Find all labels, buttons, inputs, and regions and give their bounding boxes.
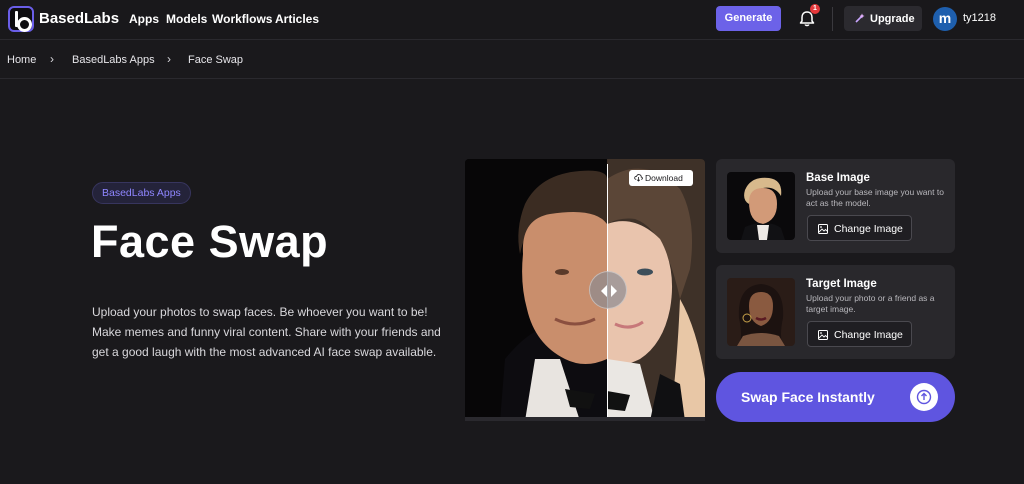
basedlabs-logo-icon[interactable] [8, 6, 34, 32]
breadcrumb: Home › BasedLabs Apps › Face Swap [0, 41, 1024, 79]
preview-bottom-bar [465, 417, 705, 421]
nav-link-apps[interactable]: Apps [129, 12, 159, 26]
breadcrumb-face-swap: Face Swap [188, 54, 244, 66]
target-change-image-button[interactable]: Change Image [807, 321, 912, 347]
swap-face-button[interactable]: Swap Face Instantly [716, 372, 955, 422]
base-image-card: Base Image Upload your base image you wa… [716, 159, 955, 253]
nav-link-articles[interactable]: Articles [275, 12, 319, 26]
generate-button[interactable]: Generate [716, 6, 781, 31]
brand-name[interactable]: BasedLabs [39, 10, 119, 27]
page-description: Upload your photos to swap faces. Be who… [92, 305, 441, 359]
breadcrumb-basedlabs-apps[interactable]: BasedLabs Apps [72, 54, 155, 66]
download-button[interactable]: Download [629, 170, 693, 186]
sparkle-icon [855, 13, 865, 23]
image-icon [818, 224, 828, 234]
target-change-image-label: Change Image [834, 329, 903, 341]
page-title: Face Swap [91, 216, 329, 267]
base-change-image-label: Change Image [834, 223, 903, 235]
category-pill[interactable]: BasedLabs Apps [92, 182, 191, 204]
target-image-card: Target Image Upload your photo or a frie… [716, 265, 955, 359]
top-nav: BasedLabs Apps Models Workflows Articles… [0, 0, 1024, 40]
nav-link-workflows[interactable]: Workflows [212, 12, 272, 26]
chevron-right-icon: › [167, 52, 171, 66]
breadcrumb-home[interactable]: Home [7, 54, 36, 66]
cloud-download-icon [634, 174, 643, 182]
image-icon [818, 330, 828, 340]
base-image-title: Base Image [806, 172, 870, 184]
chevron-right-icon: › [50, 52, 54, 66]
nav-divider [832, 7, 833, 31]
target-image-title: Target Image [806, 278, 877, 290]
nav-link-models[interactable]: Models [166, 12, 207, 26]
left-right-arrows-icon [601, 285, 617, 297]
preview-image [465, 159, 705, 421]
notification-badge: 1 [810, 4, 820, 14]
upload-icon [910, 383, 938, 411]
target-image-subtitle: Upload your photo or a friend as a targe… [806, 293, 935, 314]
base-change-image-button[interactable]: Change Image [807, 215, 912, 241]
compare-slider-handle[interactable] [589, 271, 627, 309]
swap-face-label: Swap Face Instantly [741, 389, 875, 405]
base-image-subtitle: Upload your base image you want to act a… [806, 187, 944, 208]
upgrade-button[interactable]: Upgrade [844, 6, 922, 31]
avatar[interactable]: m [933, 7, 957, 31]
base-image-thumbnail [727, 172, 795, 240]
face-swap-preview[interactable] [465, 159, 705, 421]
download-label: Download [645, 173, 683, 183]
upgrade-label: Upgrade [870, 13, 915, 25]
username[interactable]: ty1218 [963, 12, 996, 24]
target-image-thumbnail [727, 278, 795, 346]
